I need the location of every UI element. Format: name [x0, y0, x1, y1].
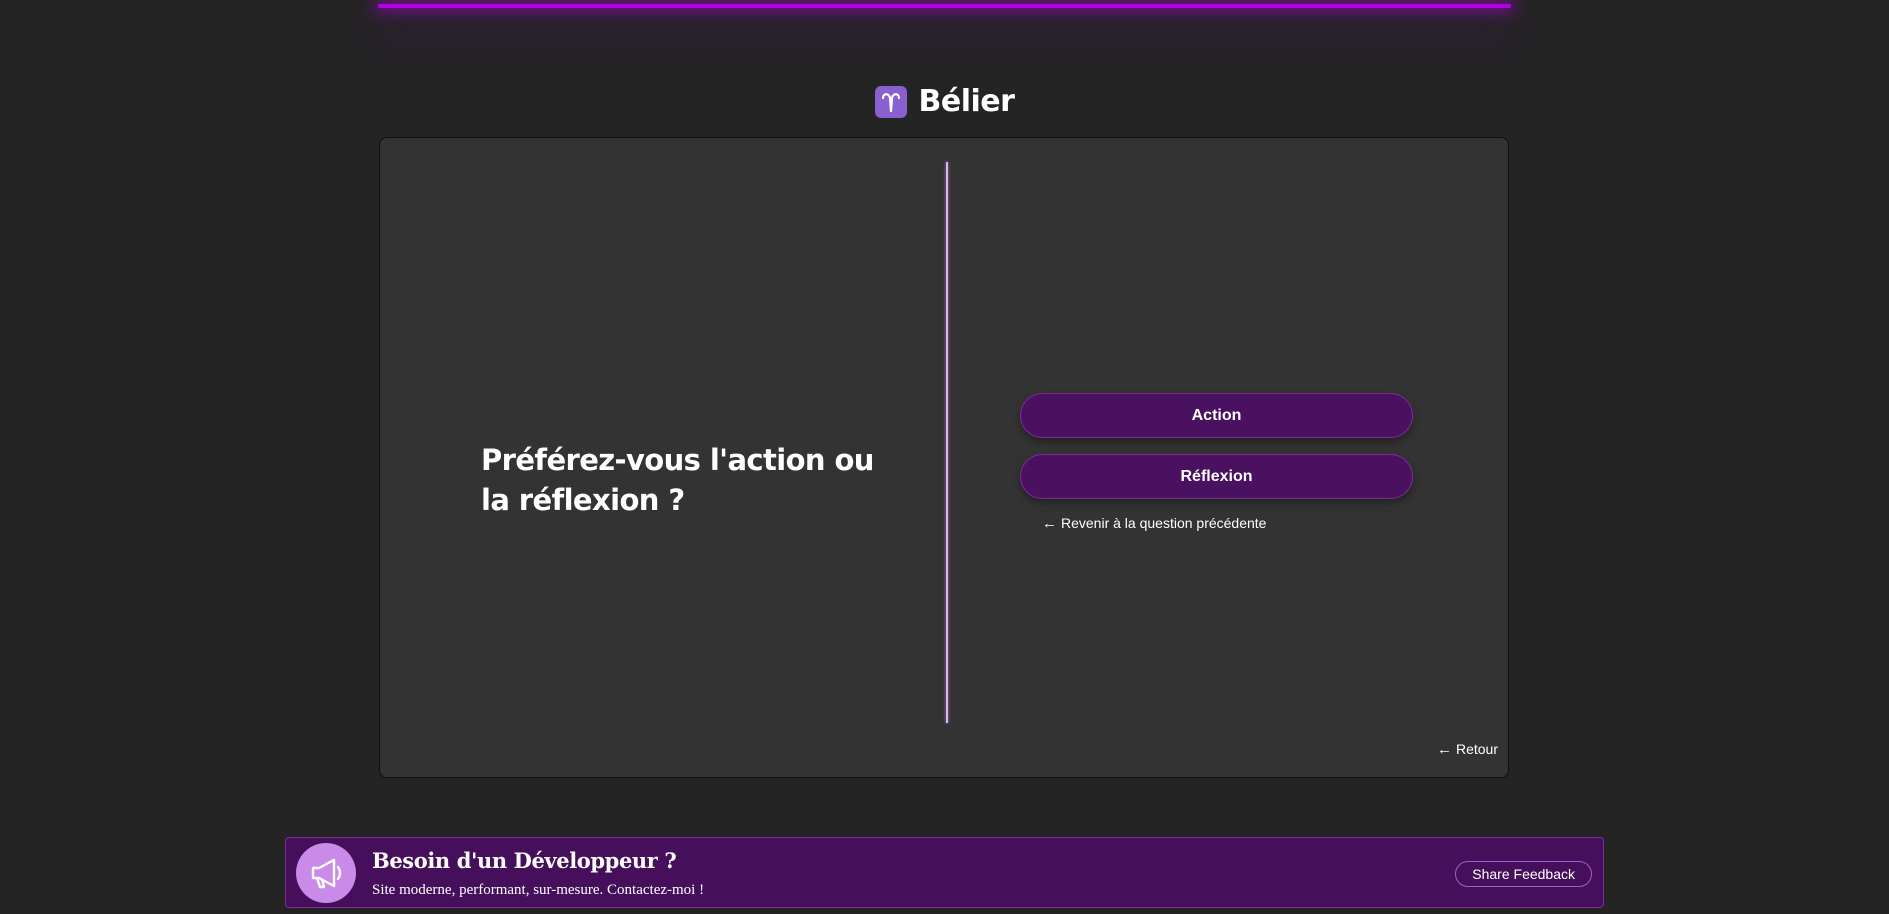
- megaphone-icon: [296, 843, 356, 903]
- arrow-left-icon: ←: [1436, 740, 1452, 758]
- question-text: Préférez-vous l'action ou la réflexion ?: [481, 443, 874, 517]
- previous-question-link[interactable]: ← Revenir à la question précédente: [1042, 515, 1266, 531]
- vertical-divider: [946, 162, 948, 723]
- page-heading: Bélier: [0, 84, 1889, 119]
- arrow-left-icon: ←: [1042, 514, 1057, 532]
- aries-icon: [874, 85, 907, 118]
- answer-reflexion-label: Réflexion: [1180, 467, 1253, 485]
- answer-action-button[interactable]: Action: [1020, 393, 1413, 438]
- back-label: Retour: [1455, 741, 1498, 757]
- promo-subtitle: Site moderne, performant, sur-mesure. Co…: [372, 882, 705, 898]
- page-title: Bélier: [918, 84, 1015, 119]
- back-link[interactable]: ← Retour: [1437, 741, 1498, 757]
- share-feedback-button[interactable]: Share Feedback: [1455, 861, 1592, 887]
- answer-action-label: Action: [1191, 406, 1242, 424]
- quiz-card: Préférez-vous l'action ou la réflexion ?…: [379, 137, 1509, 778]
- answer-reflexion-button[interactable]: Réflexion: [1020, 454, 1413, 499]
- previous-question-label: Revenir à la question précédente: [1061, 515, 1267, 531]
- promo-title: Besoin d'un Développeur ?: [372, 848, 677, 873]
- page: Bélier Préférez-vous l'action ou la réfl…: [0, 0, 1889, 914]
- promo-banner[interactable]: Besoin d'un Développeur ? Site moderne, …: [285, 837, 1604, 908]
- share-feedback-label: Share Feedback: [1472, 866, 1575, 882]
- top-glow-bar: [378, 4, 1511, 8]
